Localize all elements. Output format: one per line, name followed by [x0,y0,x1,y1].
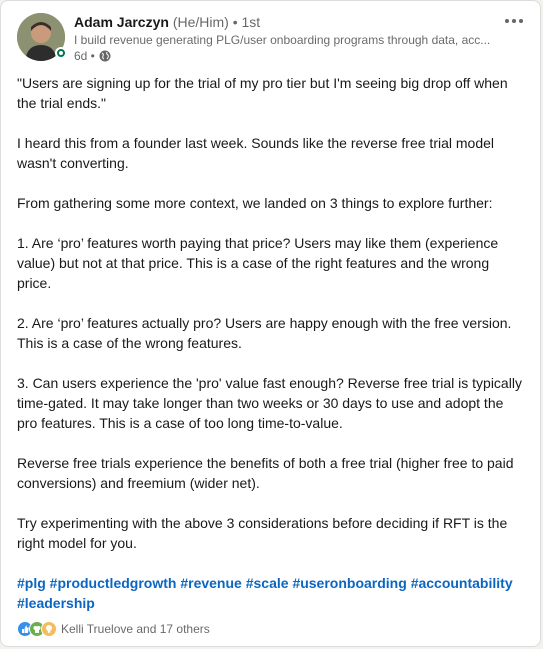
post-paragraph: 3. Can users experience the 'pro' value … [17,375,522,431]
globe-icon [99,50,111,62]
more-options-icon[interactable] [498,9,530,33]
post-card: Adam Jarczyn (He/Him) • 1st I build reve… [0,0,541,647]
hashtag-list: #plg #productledgrowth #revenue #scale #… [17,573,522,613]
author-headline: I build revenue generating PLG/user onbo… [74,33,491,47]
author-avatar-link[interactable] [17,13,67,61]
post-time: 6d • [74,49,95,63]
post-paragraph: I heard this from a founder last week. S… [17,135,495,171]
hashtag-link[interactable]: #useronboarding [292,575,406,591]
hashtag-link[interactable]: #accountability [411,575,513,591]
online-status-indicator [55,47,67,59]
connection-degree: • 1st [232,14,261,30]
hashtag-link[interactable]: #revenue [180,575,241,591]
author-info: Adam Jarczyn (He/Him) • 1st I build reve… [74,13,494,64]
insight-icon [41,621,57,637]
hashtag-link[interactable]: #plg [17,575,46,591]
hashtag-link[interactable]: #productledgrowth [50,575,177,591]
post-timestamp: 6d • [74,48,494,64]
hashtag-link[interactable]: #scale [246,575,289,591]
post-paragraph: Reverse free trials experience the benef… [17,455,514,491]
post-body: "Users are signing up for the trial of m… [17,73,522,573]
post-paragraph: Try experimenting with the above 3 consi… [17,515,508,551]
author-pronouns: (He/Him) [172,14,229,30]
hashtag-link[interactable]: #leadership [17,595,95,611]
post-paragraph: 2. Are ‘pro’ features actually pro? User… [17,315,512,351]
reactions-summary[interactable]: Kelli Truelove and 17 others [17,621,210,637]
post-paragraph: 1. Are ‘pro’ features worth paying that … [17,235,499,291]
post-paragraph: "Users are signing up for the trial of m… [17,75,508,111]
author-name[interactable]: Adam Jarczyn [74,14,169,30]
post-paragraph: From gathering some more context, we lan… [17,195,493,211]
author-line: Adam Jarczyn (He/Him) • 1st [74,13,494,32]
reactions-count[interactable]: Kelli Truelove and 17 others [61,622,210,636]
